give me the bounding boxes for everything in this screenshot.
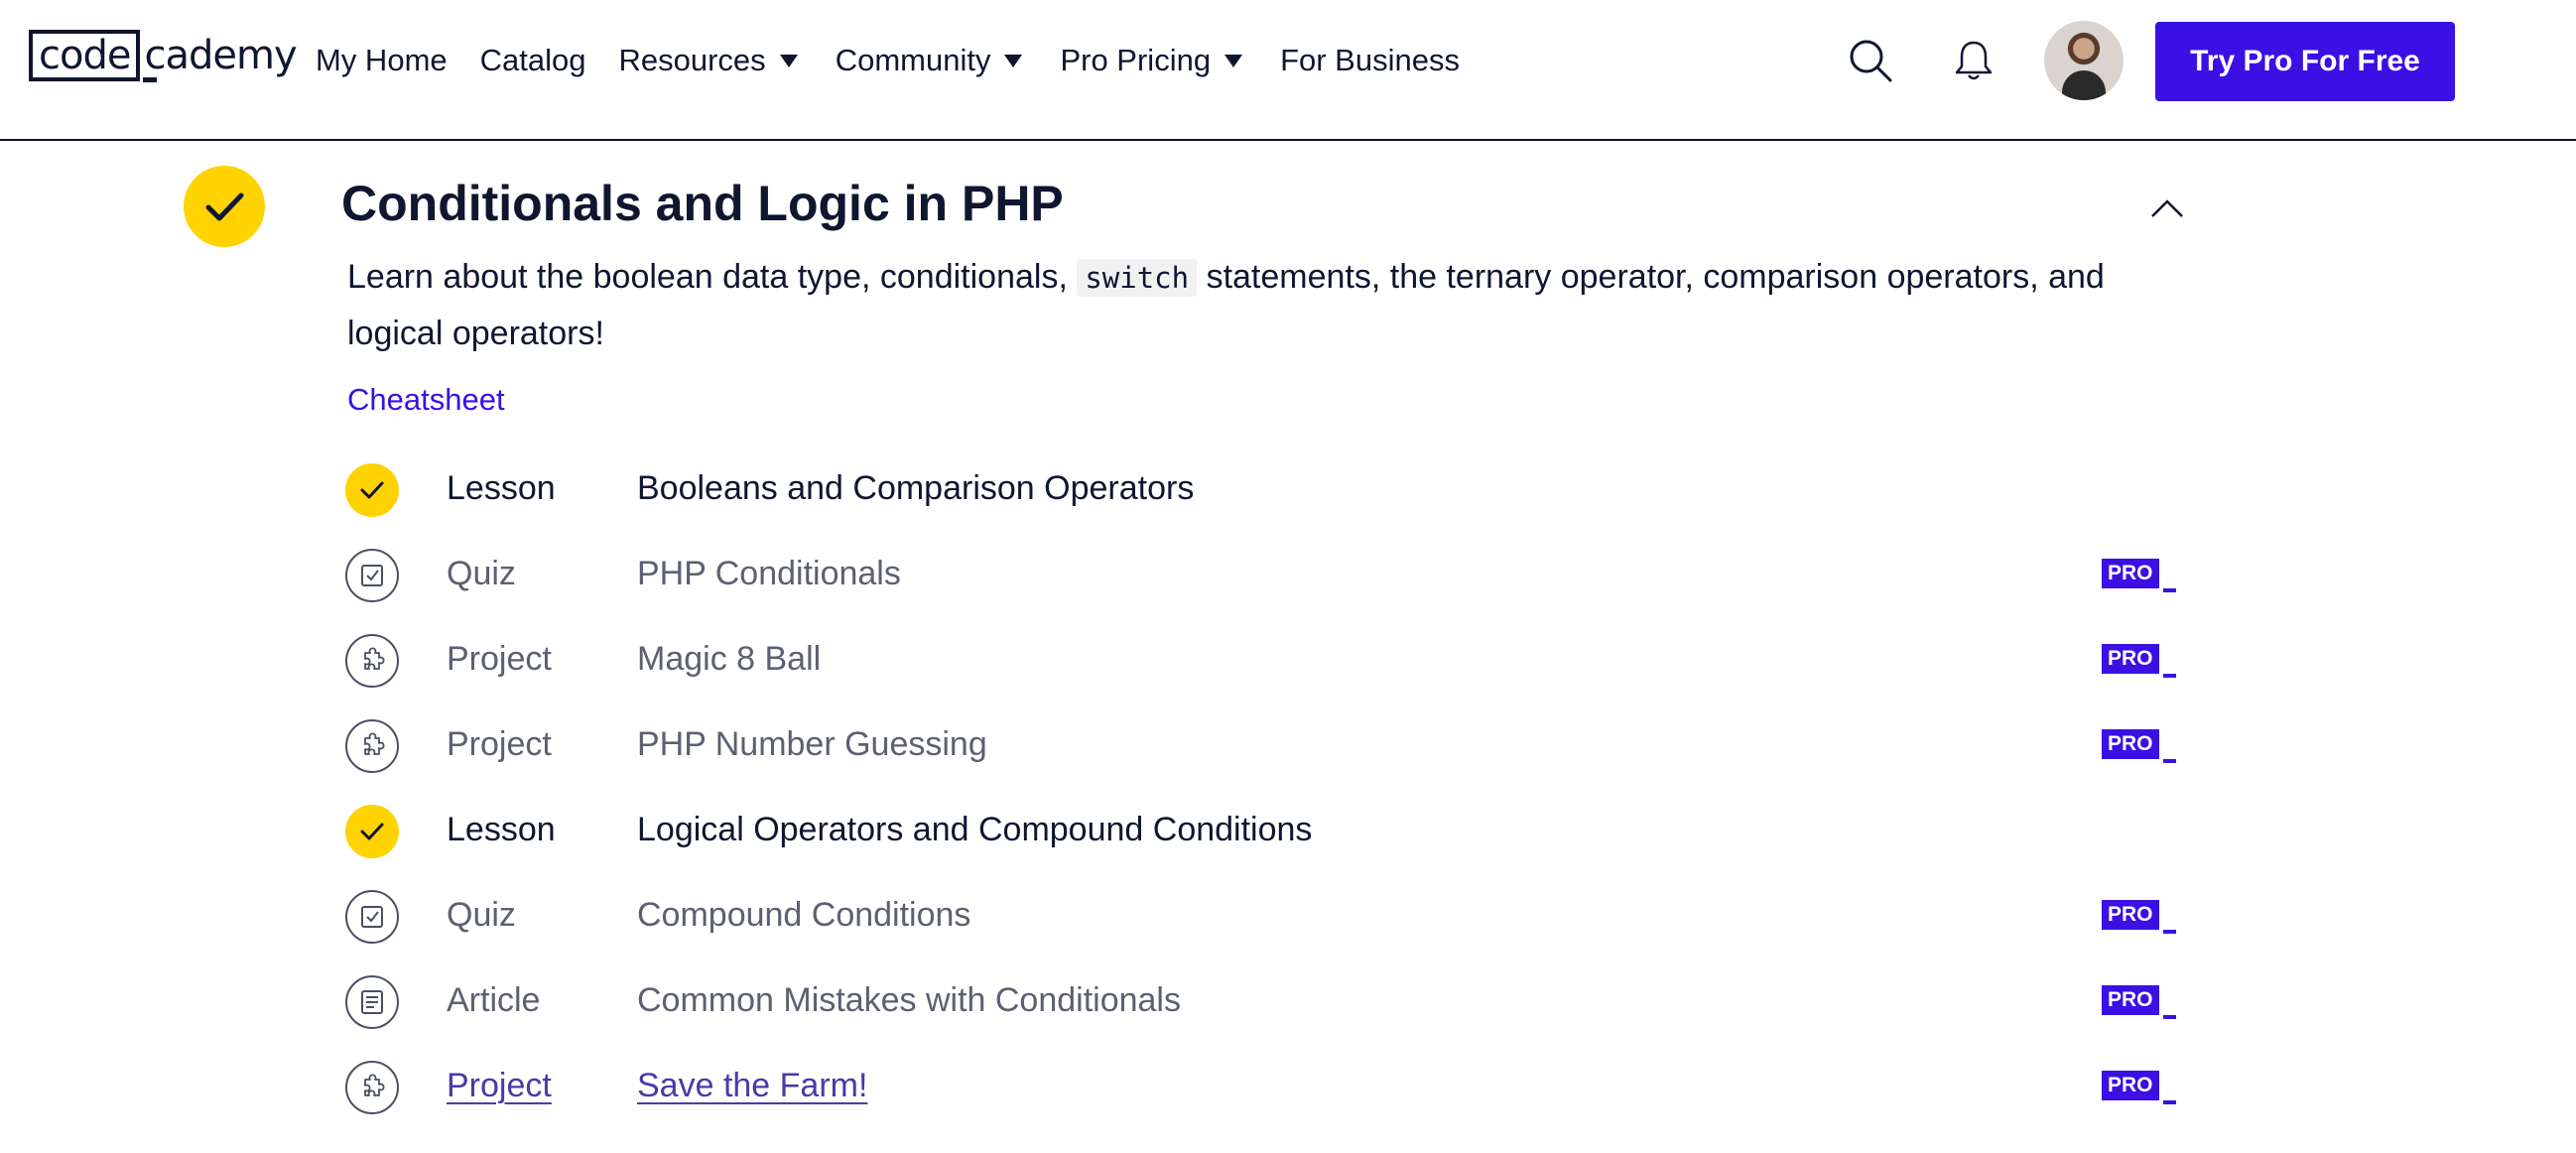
item-name[interactable]: Common Mistakes with Conditionals: [637, 981, 1181, 1020]
list-item[interactable]: Article Common Mistakes with Conditional…: [345, 971, 2191, 1031]
top-nav-bar: code cademy My Home Catalog Resources Com…: [0, 0, 2576, 141]
search-icon[interactable]: [1848, 38, 1893, 83]
module-description: Learn about the boolean data type, condi…: [347, 249, 2203, 361]
item-name[interactable]: Logical Operators and Compound Condition…: [637, 811, 1312, 849]
pro-label: PRO: [2102, 1071, 2159, 1100]
pro-label: PRO: [2102, 644, 2159, 674]
list-item[interactable]: Project PHP Number Guessing PRO: [345, 715, 2191, 775]
list-item[interactable]: Quiz Compound Conditions PRO: [345, 886, 2191, 946]
check-icon: [345, 463, 399, 517]
pro-label: PRO: [2102, 559, 2159, 588]
pro-badge: PRO: [2102, 725, 2176, 763]
list-item[interactable]: Project Magic 8 Ball PRO: [345, 630, 2191, 690]
nav-my-home[interactable]: My Home: [316, 43, 448, 78]
nav-label: Resources: [618, 43, 766, 77]
pro-cursor: [2162, 588, 2176, 592]
main-nav: My Home Catalog Resources Community Pro …: [316, 38, 1492, 83]
avatar-body: [2062, 70, 2106, 100]
pro-label: PRO: [2102, 729, 2159, 759]
pro-cursor: [2162, 759, 2176, 763]
logo-boxed-text: code: [29, 30, 141, 81]
list-item[interactable]: Lesson Booleans and Comparison Operators: [345, 459, 2191, 519]
pro-label: PRO: [2102, 900, 2159, 930]
nav-community[interactable]: Community: [836, 43, 1023, 78]
description-code: switch: [1077, 259, 1198, 297]
item-type: Lesson: [447, 811, 556, 848]
item-name[interactable]: Compound Conditions: [637, 896, 970, 935]
check-icon: [345, 805, 399, 858]
item-type: Project: [447, 640, 552, 678]
logo-text: cademy: [144, 33, 297, 78]
list-item[interactable]: Project Save the Farm! PRO: [345, 1057, 2191, 1116]
puzzle-icon: [345, 1061, 399, 1114]
logo-cursor: [143, 77, 157, 82]
item-type: Project: [447, 725, 552, 763]
nav-label: My Home: [316, 43, 448, 77]
pro-label: PRO: [2102, 985, 2159, 1015]
nav-resources[interactable]: Resources: [619, 43, 798, 78]
puzzle-icon: [345, 634, 399, 688]
item-type: Lesson: [447, 469, 556, 507]
item-name[interactable]: Save the Farm!: [637, 1067, 867, 1105]
item-type[interactable]: Project: [447, 1067, 552, 1105]
pro-badge: PRO: [2102, 1067, 2176, 1104]
nav-label: Community: [835, 43, 991, 77]
quiz-icon: [345, 549, 399, 602]
chevron-up-icon[interactable]: [2149, 191, 2185, 226]
item-type: Quiz: [447, 555, 516, 592]
nav-label: For Business: [1280, 43, 1460, 77]
pro-cursor: [2162, 1015, 2176, 1019]
module-title: Conditionals and Logic in PHP: [341, 176, 1064, 231]
item-name[interactable]: Magic 8 Ball: [637, 640, 821, 679]
avatar[interactable]: [2044, 21, 2124, 100]
item-type: Article: [447, 981, 541, 1019]
pro-badge: PRO: [2102, 640, 2176, 678]
nav-label: Pro Pricing: [1060, 43, 1212, 77]
pro-badge: PRO: [2102, 896, 2176, 934]
codecademy-logo[interactable]: code cademy: [29, 28, 298, 83]
item-name[interactable]: PHP Number Guessing: [637, 725, 987, 764]
pro-cursor: [2162, 930, 2176, 934]
caret-down-icon: [1004, 54, 1023, 67]
pro-badge: PRO: [2102, 981, 2176, 1019]
module-complete-check-icon: [184, 166, 265, 247]
pro-badge: PRO: [2102, 555, 2176, 592]
nav-pro-pricing[interactable]: Pro Pricing: [1060, 43, 1243, 78]
list-item[interactable]: Quiz PHP Conditionals PRO: [345, 545, 2191, 604]
nav-for-business[interactable]: For Business: [1280, 43, 1460, 78]
caret-down-icon: [779, 54, 798, 67]
puzzle-icon: [345, 719, 399, 773]
pro-cursor: [2162, 1100, 2176, 1104]
item-type: Quiz: [447, 896, 516, 934]
try-pro-button[interactable]: Try Pro For Free: [2155, 22, 2455, 101]
description-text: Learn about the boolean data type, condi…: [347, 258, 1068, 296]
nav-label: Catalog: [479, 43, 586, 77]
list-item[interactable]: Lesson Logical Operators and Compound Co…: [345, 801, 2191, 860]
cheatsheet-link[interactable]: Cheatsheet: [347, 382, 505, 418]
item-name[interactable]: PHP Conditionals: [637, 555, 901, 593]
caret-down-icon: [1224, 54, 1243, 67]
bell-icon[interactable]: [1951, 38, 1996, 83]
quiz-icon: [345, 890, 399, 944]
nav-catalog[interactable]: Catalog: [480, 43, 586, 78]
item-name[interactable]: Booleans and Comparison Operators: [637, 469, 1194, 508]
article-icon: [345, 975, 399, 1029]
pro-cursor: [2162, 674, 2176, 678]
